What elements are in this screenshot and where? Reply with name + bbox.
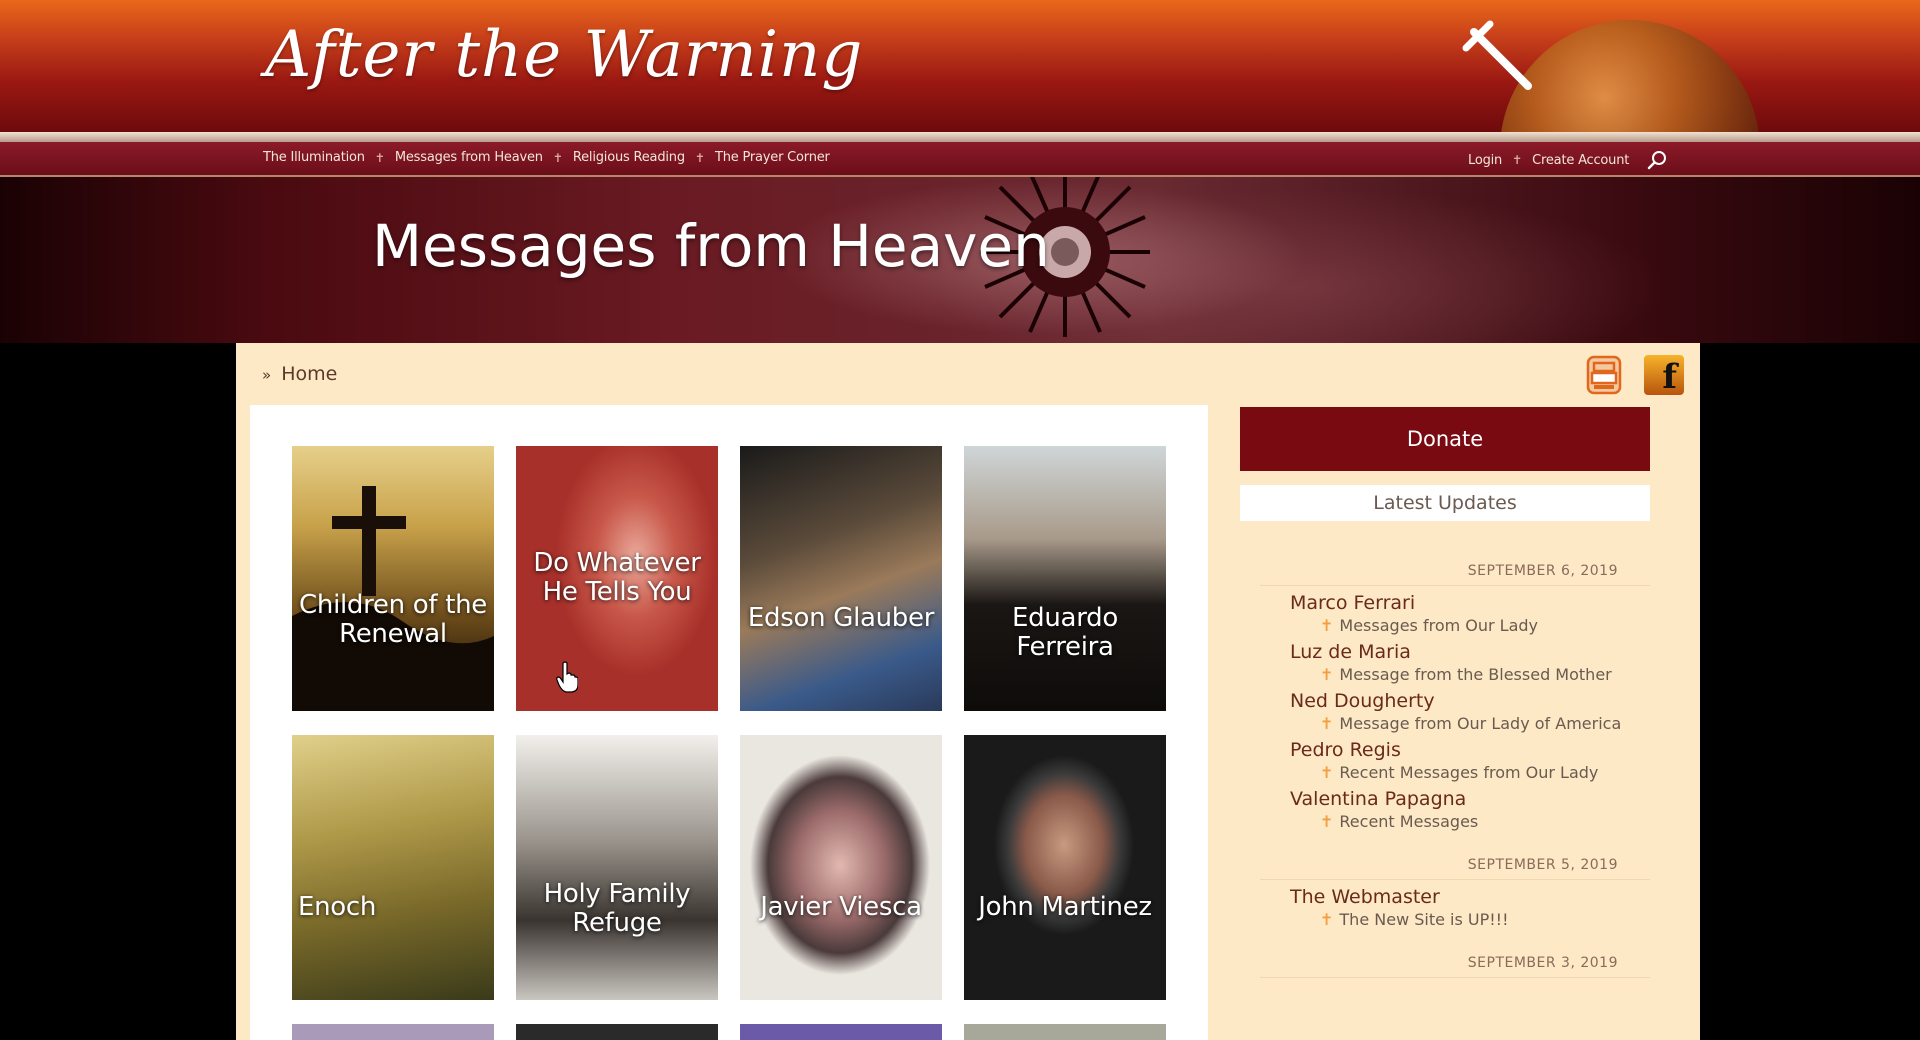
main-navbar: The Illumination ✝ Messages from Heaven … — [0, 142, 1920, 177]
hand-cursor-icon — [556, 661, 578, 693]
facebook-letter: f — [1662, 357, 1677, 397]
tile-row3-1[interactable] — [292, 1024, 494, 1040]
donate-button[interactable]: Donate — [1240, 407, 1650, 471]
tile-label: Edson Glauber — [747, 603, 935, 633]
update-message-link[interactable]: ✝ Message from Our Lady of America — [1320, 714, 1650, 733]
tile-label: Enoch — [298, 892, 377, 922]
tile-row3-4[interactable] — [964, 1024, 1166, 1040]
account-nav: Login ✝ Create Account — [1468, 150, 1667, 170]
tile-eduardo-ferreira[interactable]: Eduardo Ferreira — [964, 446, 1166, 711]
tile-holy-family-refuge[interactable]: Holy Family Refuge — [516, 735, 718, 1000]
update-author-link[interactable]: Marco Ferrari — [1290, 592, 1650, 614]
update-author-link[interactable]: Luz de Maria — [1290, 641, 1650, 663]
tile-children-of-the-renewal[interactable]: Children of the Renewal — [292, 446, 494, 711]
tile-enoch[interactable]: Enoch — [292, 735, 494, 1000]
update-date: SEPTEMBER 5, 2019 — [1260, 857, 1650, 880]
tile-label: Javier Viesca — [760, 892, 922, 922]
update-author-link[interactable]: Valentina Papagna — [1290, 788, 1650, 810]
update-message-link[interactable]: ✝ Recent Messages — [1320, 812, 1650, 831]
tile-label: Holy Family Refuge — [543, 879, 691, 938]
update-item: The Webmaster ✝ The New Site is UP!!! — [1290, 886, 1650, 929]
latest-updates-list: SEPTEMBER 6, 2019 Marco Ferrari ✝ Message… — [1260, 563, 1650, 1004]
update-message-link[interactable]: ✝ Recent Messages from Our Lady — [1320, 763, 1650, 782]
update-author-link[interactable]: Ned Dougherty — [1290, 690, 1650, 712]
update-message-text: Messages from Our Lady — [1339, 616, 1539, 635]
content-panel: » Home f Children of the Renewal Do Whate… — [236, 343, 1700, 1040]
nav-the-illumination[interactable]: The Illumination — [263, 150, 365, 165]
search-icon[interactable] — [1647, 150, 1667, 170]
update-item: Luz de Maria ✝ Message from the Blessed M… — [1290, 641, 1650, 684]
update-message-link[interactable]: ✝ Messages from Our Lady — [1320, 616, 1650, 635]
tile-label: Children of the Renewal — [299, 590, 487, 649]
page-banner: Messages from Heaven — [0, 177, 1920, 343]
site-header: After the Warning — [0, 0, 1920, 132]
update-date: SEPTEMBER 6, 2019 — [1260, 563, 1650, 586]
breadcrumb-arrow-icon: » — [262, 366, 272, 384]
cross-separator-icon: ✝ — [374, 150, 385, 165]
tile-do-whatever-he-tells-you[interactable]: Do Whatever He Tells You — [516, 446, 718, 711]
nav-religious-reading[interactable]: Religious Reading — [573, 150, 685, 165]
tile-label: John Martinez — [978, 892, 1152, 922]
tile-row3-3[interactable] — [740, 1024, 942, 1040]
cross-icon — [292, 486, 494, 711]
cross-icon: ✝ — [1320, 714, 1334, 733]
update-item: Pedro Regis ✝ Recent Messages from Our La… — [1290, 739, 1650, 782]
tile-grid: Children of the Renewal Do Whatever He T… — [250, 405, 1208, 1040]
update-message-text: Message from the Blessed Mother — [1339, 665, 1612, 684]
nav-messages-from-heaven[interactable]: Messages from Heaven — [395, 150, 543, 165]
update-date: SEPTEMBER 3, 2019 — [1260, 955, 1650, 978]
update-message-link[interactable]: ✝ Message from the Blessed Mother — [1320, 665, 1650, 684]
tile-edson-glauber[interactable]: Edson Glauber — [740, 446, 942, 711]
cross-icon: ✝ — [1320, 763, 1334, 782]
breadcrumb-home-link[interactable]: Home — [281, 363, 337, 385]
update-message-text: Recent Messages — [1339, 812, 1479, 831]
facebook-icon[interactable]: f — [1644, 355, 1684, 395]
page-title: Messages from Heaven — [372, 212, 1050, 280]
tile-javier-viesca[interactable]: Javier Viesca — [740, 735, 942, 1000]
update-message-text: Recent Messages from Our Lady — [1339, 763, 1599, 782]
update-message-link[interactable]: ✝ The New Site is UP!!! — [1320, 910, 1650, 929]
update-author-link[interactable]: The Webmaster — [1290, 886, 1650, 908]
cross-icon: ✝ — [1320, 665, 1334, 684]
print-icon[interactable] — [1584, 355, 1624, 395]
login-link[interactable]: Login — [1468, 153, 1502, 168]
primary-nav: The Illumination ✝ Messages from Heaven … — [263, 150, 830, 165]
tile-label: Do Whatever He Tells You — [533, 548, 701, 607]
update-message-text: Message from Our Lady of America — [1339, 714, 1622, 733]
header-divider — [0, 132, 1920, 142]
site-logo[interactable]: After the Warning — [265, 18, 863, 92]
tile-row3-2[interactable] — [516, 1024, 718, 1040]
update-author-link[interactable]: Pedro Regis — [1290, 739, 1650, 761]
update-item: Valentina Papagna ✝ Recent Messages — [1290, 788, 1650, 831]
latest-updates-heading: Latest Updates — [1240, 485, 1650, 521]
sword-icon — [1462, 20, 1532, 90]
cross-icon: ✝ — [1320, 910, 1334, 929]
cross-icon: ✝ — [1320, 812, 1334, 831]
cross-separator-icon: ✝ — [1512, 153, 1523, 167]
nav-the-prayer-corner[interactable]: The Prayer Corner — [715, 150, 830, 165]
update-group: SEPTEMBER 5, 2019 The Webmaster ✝ The New… — [1260, 857, 1650, 929]
cross-separator-icon: ✝ — [694, 150, 705, 165]
create-account-link[interactable]: Create Account — [1532, 153, 1629, 168]
update-item: Marco Ferrari ✝ Messages from Our Lady — [1290, 592, 1650, 635]
cross-separator-icon: ✝ — [552, 150, 563, 165]
update-group: SEPTEMBER 6, 2019 Marco Ferrari ✝ Message… — [1260, 563, 1650, 831]
breadcrumb: » Home — [262, 363, 337, 385]
update-group: SEPTEMBER 3, 2019 — [1260, 955, 1650, 978]
update-item: Ned Dougherty ✝ Message from Our Lady of … — [1290, 690, 1650, 733]
tile-john-martinez[interactable]: John Martinez — [964, 735, 1166, 1000]
tile-label: Eduardo Ferreira — [1012, 603, 1118, 662]
update-message-text: The New Site is UP!!! — [1339, 910, 1509, 929]
cross-icon: ✝ — [1320, 616, 1334, 635]
